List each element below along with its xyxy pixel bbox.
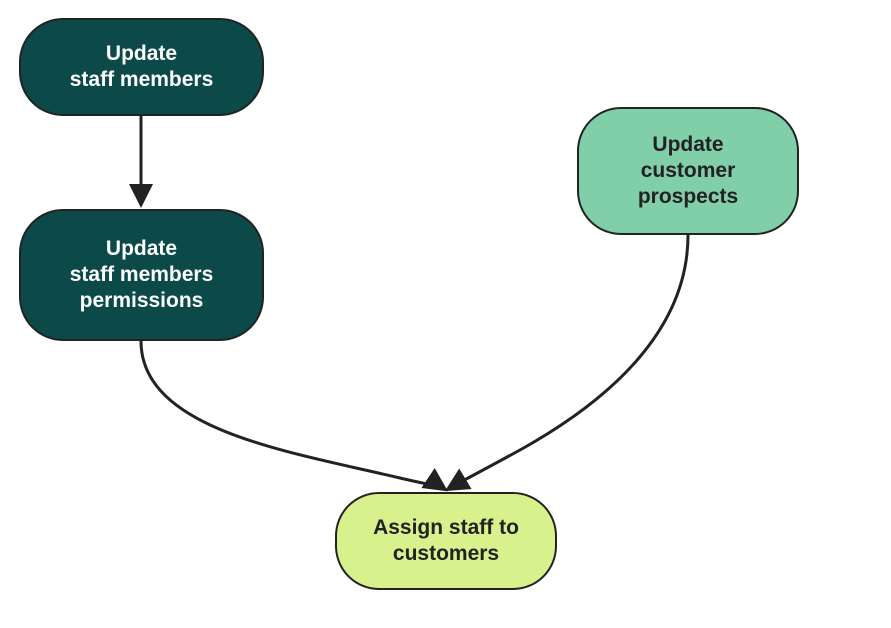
node-assign-staff-to-customers: Assign staff to customers <box>335 492 557 590</box>
node-label: Assign staff to customers <box>373 515 519 568</box>
node-update-staff-members: Update staff members <box>19 18 264 116</box>
node-label: Update customer prospects <box>638 132 738 211</box>
node-label: Update staff members <box>70 41 214 94</box>
node-update-staff-permissions: Update staff members permissions <box>19 209 264 341</box>
edge-permissions-to-assign <box>141 341 443 488</box>
node-label: Update staff members permissions <box>70 236 214 315</box>
diagram-canvas: Update staff members Update staff member… <box>0 0 891 628</box>
edge-prospects-to-assign <box>450 235 688 488</box>
node-update-customer-prospects: Update customer prospects <box>577 107 799 235</box>
